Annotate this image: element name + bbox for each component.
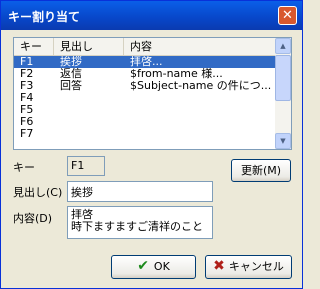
x-icon: ✖ — [213, 258, 225, 274]
cancel-button-label: キャンセル — [228, 260, 284, 273]
title-bar[interactable]: キー割り当て ✕ — [1, 1, 302, 30]
list-rows: F1 挨拶 拝啓... F2 返信 $from-name 様... F3 回答 $Subject… — [14, 56, 277, 140]
ok-button-label: OK — [153, 260, 170, 273]
list-item[interactable]: F5 — [14, 104, 277, 116]
arrow-down-icon: ▼ — [280, 137, 286, 145]
column-header-heading[interactable]: 見出し — [54, 38, 124, 55]
key-list[interactable]: キー 見出し 内容 F1 挨拶 拝啓... F2 返信 $from-name 様... F3… — [13, 37, 292, 150]
scroll-up-button[interactable]: ▲ — [275, 38, 291, 54]
list-cell-key: F6 — [20, 116, 34, 128]
list-cell-key: F3 — [20, 80, 34, 92]
update-button[interactable]: 更新(M) — [231, 159, 291, 182]
content-textarea[interactable]: 拝啓 時下ますますご清祥のこと — [67, 206, 213, 239]
dialog-window: キー割り当て ✕ キー 見出し 内容 F1 挨拶 拝啓... F2 返信 $from-na… — [0, 0, 303, 289]
arrow-up-icon: ▲ — [280, 42, 286, 50]
cancel-button[interactable]: ✖ キャンセル — [205, 255, 292, 279]
list-cell-content: 拝啓... — [130, 56, 163, 68]
vertical-scrollbar[interactable]: ▲ ▼ — [275, 38, 291, 149]
heading-label: 見出し(C) — [13, 186, 63, 199]
key-field: F1 — [67, 156, 105, 176]
list-cell-content: $from-name 様... — [130, 68, 223, 80]
close-button[interactable]: ✕ — [278, 6, 297, 25]
list-item[interactable]: F2 返信 $from-name 様... — [14, 68, 277, 80]
content-line-2: 時下ますますご清祥のこと — [71, 220, 203, 233]
list-item[interactable]: F3 回答 $Subject-name の件につ... — [14, 80, 277, 92]
heading-input[interactable]: 挨拶 — [67, 181, 213, 202]
list-cell-key: F2 — [20, 68, 34, 80]
list-item[interactable]: F7 — [14, 128, 277, 140]
scroll-thumb[interactable] — [275, 55, 291, 101]
window-title: キー割り当て — [8, 10, 81, 24]
column-header-key[interactable]: キー — [14, 38, 54, 55]
list-cell-key: F7 — [20, 128, 34, 140]
close-icon: ✕ — [282, 8, 293, 23]
list-cell-heading: 挨拶 — [60, 56, 82, 68]
list-cell-content: $Subject-name の件につ... — [130, 80, 272, 92]
scroll-down-button[interactable]: ▼ — [275, 133, 291, 149]
list-cell-heading: 返信 — [60, 68, 82, 80]
list-cell-key: F1 — [20, 56, 34, 68]
content-label: 内容(D) — [13, 212, 53, 225]
ok-button[interactable]: ✔ OK — [111, 255, 196, 279]
key-label: キー — [13, 161, 35, 174]
list-item[interactable]: F1 挨拶 拝啓... — [14, 56, 277, 68]
list-item[interactable]: F6 — [14, 116, 277, 128]
list-item[interactable]: F4 — [14, 92, 277, 104]
list-cell-heading: 回答 — [60, 80, 82, 92]
column-header-content[interactable]: 内容 — [124, 38, 277, 55]
list-cell-key: F5 — [20, 104, 34, 116]
list-cell-key: F4 — [20, 92, 34, 104]
list-header: キー 見出し 内容 — [14, 38, 277, 56]
check-icon: ✔ — [137, 258, 149, 274]
